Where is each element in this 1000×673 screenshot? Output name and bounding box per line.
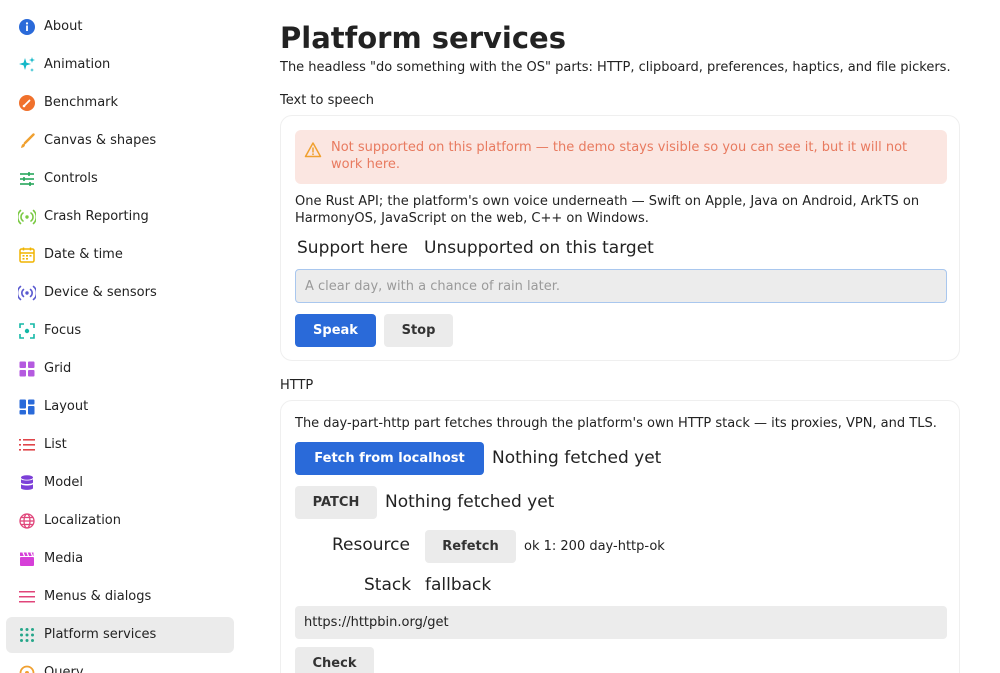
sidebar-item-controls[interactable]: Controls <box>6 161 234 197</box>
signal-icon <box>18 208 36 226</box>
sidebar-item-model[interactable]: Model <box>6 465 234 501</box>
sidebar-item-label: Controls <box>44 171 98 186</box>
speech-text-input[interactable] <box>295 269 947 303</box>
sidebar-item-label: Layout <box>44 399 89 414</box>
sidebar-item-grid[interactable]: Grid <box>6 351 234 387</box>
sidebar-item-label: Crash Reporting <box>44 209 149 224</box>
sidebar-item-label: Focus <box>44 323 82 338</box>
resource-status: ok 1: 200 day-http-ok <box>524 539 665 554</box>
tts-description: One Rust API; the platform's own voice u… <box>295 194 920 226</box>
section-label-http: HTTP <box>280 378 314 393</box>
patch-button[interactable]: PATCH <box>295 486 377 519</box>
menu-icon <box>18 588 36 606</box>
unsupported-warning: Not supported on this platform — the dem… <box>295 130 947 184</box>
sidebar-item-layout[interactable]: Layout <box>6 389 234 425</box>
sidebar-item-label: Media <box>44 551 84 566</box>
sidebar-item-label: Platform services <box>44 627 157 642</box>
sidebar-item-label: About <box>44 19 83 34</box>
page-title: Platform services <box>280 21 566 55</box>
sidebar-item-label: Model <box>44 475 84 490</box>
sidebar-item-label: Menus & dialogs <box>44 589 152 604</box>
sidebar-item-platform-services[interactable]: Platform services <box>6 617 234 653</box>
clapper-icon <box>18 550 36 568</box>
sidebar-item-label: Date & time <box>44 247 123 262</box>
support-value: Unsupported on this target <box>424 238 654 258</box>
sidebar-nav: About Animation Benchmark Canvas & shape… <box>0 0 240 673</box>
url-input[interactable] <box>295 606 947 639</box>
layout-icon <box>18 398 36 416</box>
sidebar-item-canvas-shapes[interactable]: Canvas & shapes <box>6 123 234 159</box>
sidebar-item-label: Device & sensors <box>44 285 157 300</box>
broadcast-icon <box>18 284 36 302</box>
sidebar-item-device-sensors[interactable]: Device & sensors <box>6 275 234 311</box>
main-content: Platform services The headless "do somet… <box>280 0 960 673</box>
globe-icon <box>18 512 36 530</box>
http-card: The day-part-http part fetches through t… <box>280 400 960 673</box>
sidebar-item-list[interactable]: List <box>6 427 234 463</box>
sidebar-item-label: Query <box>44 665 84 673</box>
tts-card: Not supported on this platform — the dem… <box>280 115 960 361</box>
speak-button[interactable]: Speak <box>295 314 376 347</box>
calendar-icon <box>18 246 36 264</box>
gauge-icon <box>18 94 36 112</box>
info-icon <box>18 18 36 36</box>
sidebar-item-crash-reporting[interactable]: Crash Reporting <box>6 199 234 235</box>
sidebar-item-label: Benchmark <box>44 95 119 110</box>
check-button[interactable]: Check <box>295 647 374 673</box>
sidebar-item-animation[interactable]: Animation <box>6 47 234 83</box>
refetch-button[interactable]: Refetch <box>425 530 516 563</box>
support-label: Support here <box>297 238 408 258</box>
page-subtitle: The headless "do something with the OS" … <box>280 60 951 75</box>
dots-grid-icon <box>18 626 36 644</box>
sidebar-item-label: Grid <box>44 361 72 376</box>
sidebar-item-media[interactable]: Media <box>6 541 234 577</box>
sidebar-item-focus[interactable]: Focus <box>6 313 234 349</box>
focus-icon <box>18 322 36 340</box>
query-icon <box>18 664 36 673</box>
list-icon <box>18 436 36 454</box>
sliders-icon <box>18 170 36 188</box>
brush-icon <box>18 132 36 150</box>
fetch-status: Nothing fetched yet <box>492 448 662 468</box>
sidebar-item-query[interactable]: Query <box>6 655 234 673</box>
warning-icon <box>304 141 322 159</box>
warning-text: Not supported on this platform — the dem… <box>331 140 908 172</box>
sparkle-icon <box>18 56 36 74</box>
sidebar-item-localization[interactable]: Localization <box>6 503 234 539</box>
fetch-localhost-button[interactable]: Fetch from localhost <box>295 442 484 475</box>
patch-status: Nothing fetched yet <box>385 492 555 512</box>
stop-button[interactable]: Stop <box>384 314 453 347</box>
sidebar-item-date-time[interactable]: Date & time <box>6 237 234 273</box>
sidebar-item-label: Animation <box>44 57 111 72</box>
sidebar-item-label: Localization <box>44 513 121 528</box>
sidebar-item-menus-dialogs[interactable]: Menus & dialogs <box>6 579 234 615</box>
grid-icon <box>18 360 36 378</box>
sidebar-item-label: List <box>44 437 67 452</box>
resource-label: Resource <box>332 535 410 555</box>
database-icon <box>18 474 36 492</box>
sidebar-item-about[interactable]: About <box>6 9 234 45</box>
sidebar-item-benchmark[interactable]: Benchmark <box>6 85 234 121</box>
stack-value: fallback <box>425 575 492 595</box>
stack-label: Stack <box>364 575 412 595</box>
http-description: The day-part-http part fetches through t… <box>295 416 937 431</box>
section-label-tts: Text to speech <box>280 93 375 108</box>
sidebar-item-label: Canvas & shapes <box>44 133 157 148</box>
